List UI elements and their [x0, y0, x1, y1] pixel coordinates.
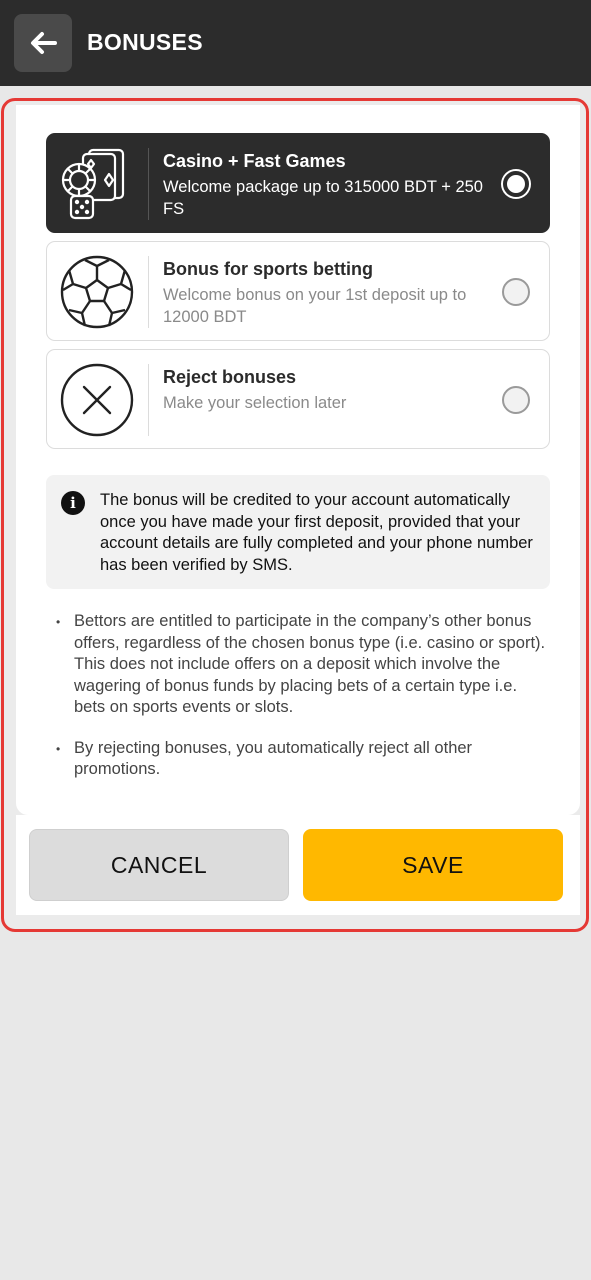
note-text: By rejecting bonuses, you automatically …: [74, 738, 473, 779]
radio-button-selected[interactable]: [503, 171, 529, 197]
option-casino[interactable]: Casino + Fast Games Welcome package up t…: [46, 133, 550, 233]
casino-chips-cards-dice-icon: [61, 148, 125, 220]
option-divider: [148, 148, 149, 220]
option-divider: [148, 364, 149, 436]
back-button[interactable]: [14, 14, 72, 72]
option-title: Reject bonuses: [163, 367, 297, 387]
radio-button[interactable]: [502, 386, 530, 414]
option-subtitle: Welcome package up to 315000 BDT + 250 F…: [163, 178, 483, 218]
bullet-icon: •: [56, 741, 61, 756]
option-subtitle: Welcome bonus on your 1st deposit up to …: [163, 286, 467, 326]
option-reject[interactable]: Reject bonuses Make your selection later: [46, 349, 550, 449]
info-icon: i: [61, 491, 85, 515]
soccer-ball-icon: [60, 255, 134, 329]
list-item: • Bettors are entitled to participate in…: [52, 611, 552, 719]
bullet-icon: •: [56, 615, 61, 629]
note-text: Bettors are entitled to participate in t…: [74, 612, 546, 716]
save-button[interactable]: SAVE: [303, 829, 563, 901]
cancel-button[interactable]: CANCEL: [29, 829, 289, 901]
close-circle-icon: [60, 363, 134, 437]
option-sports[interactable]: Bonus for sports betting Welcome bonus o…: [46, 241, 550, 341]
info-box: i The bonus will be credited to your acc…: [46, 475, 550, 589]
option-title: Bonus for sports betting: [163, 259, 373, 279]
notes-list: • Bettors are entitled to participate in…: [52, 611, 552, 781]
arrow-left-icon: [31, 32, 57, 54]
bonus-panel: Casino + Fast Games Welcome package up t…: [16, 105, 580, 815]
info-text: The bonus will be credited to your accou…: [100, 491, 533, 574]
radio-button[interactable]: [502, 278, 530, 306]
page-title: BONUSES: [87, 29, 203, 55]
bonus-selection-frame: Casino + Fast Games Welcome package up t…: [1, 98, 589, 932]
list-item: • By rejecting bonuses, you automaticall…: [52, 738, 552, 781]
top-bar: BONUSES: [0, 0, 591, 86]
option-title: Casino + Fast Games: [163, 151, 346, 171]
option-divider: [148, 256, 149, 328]
option-subtitle: Make your selection later: [163, 394, 347, 412]
